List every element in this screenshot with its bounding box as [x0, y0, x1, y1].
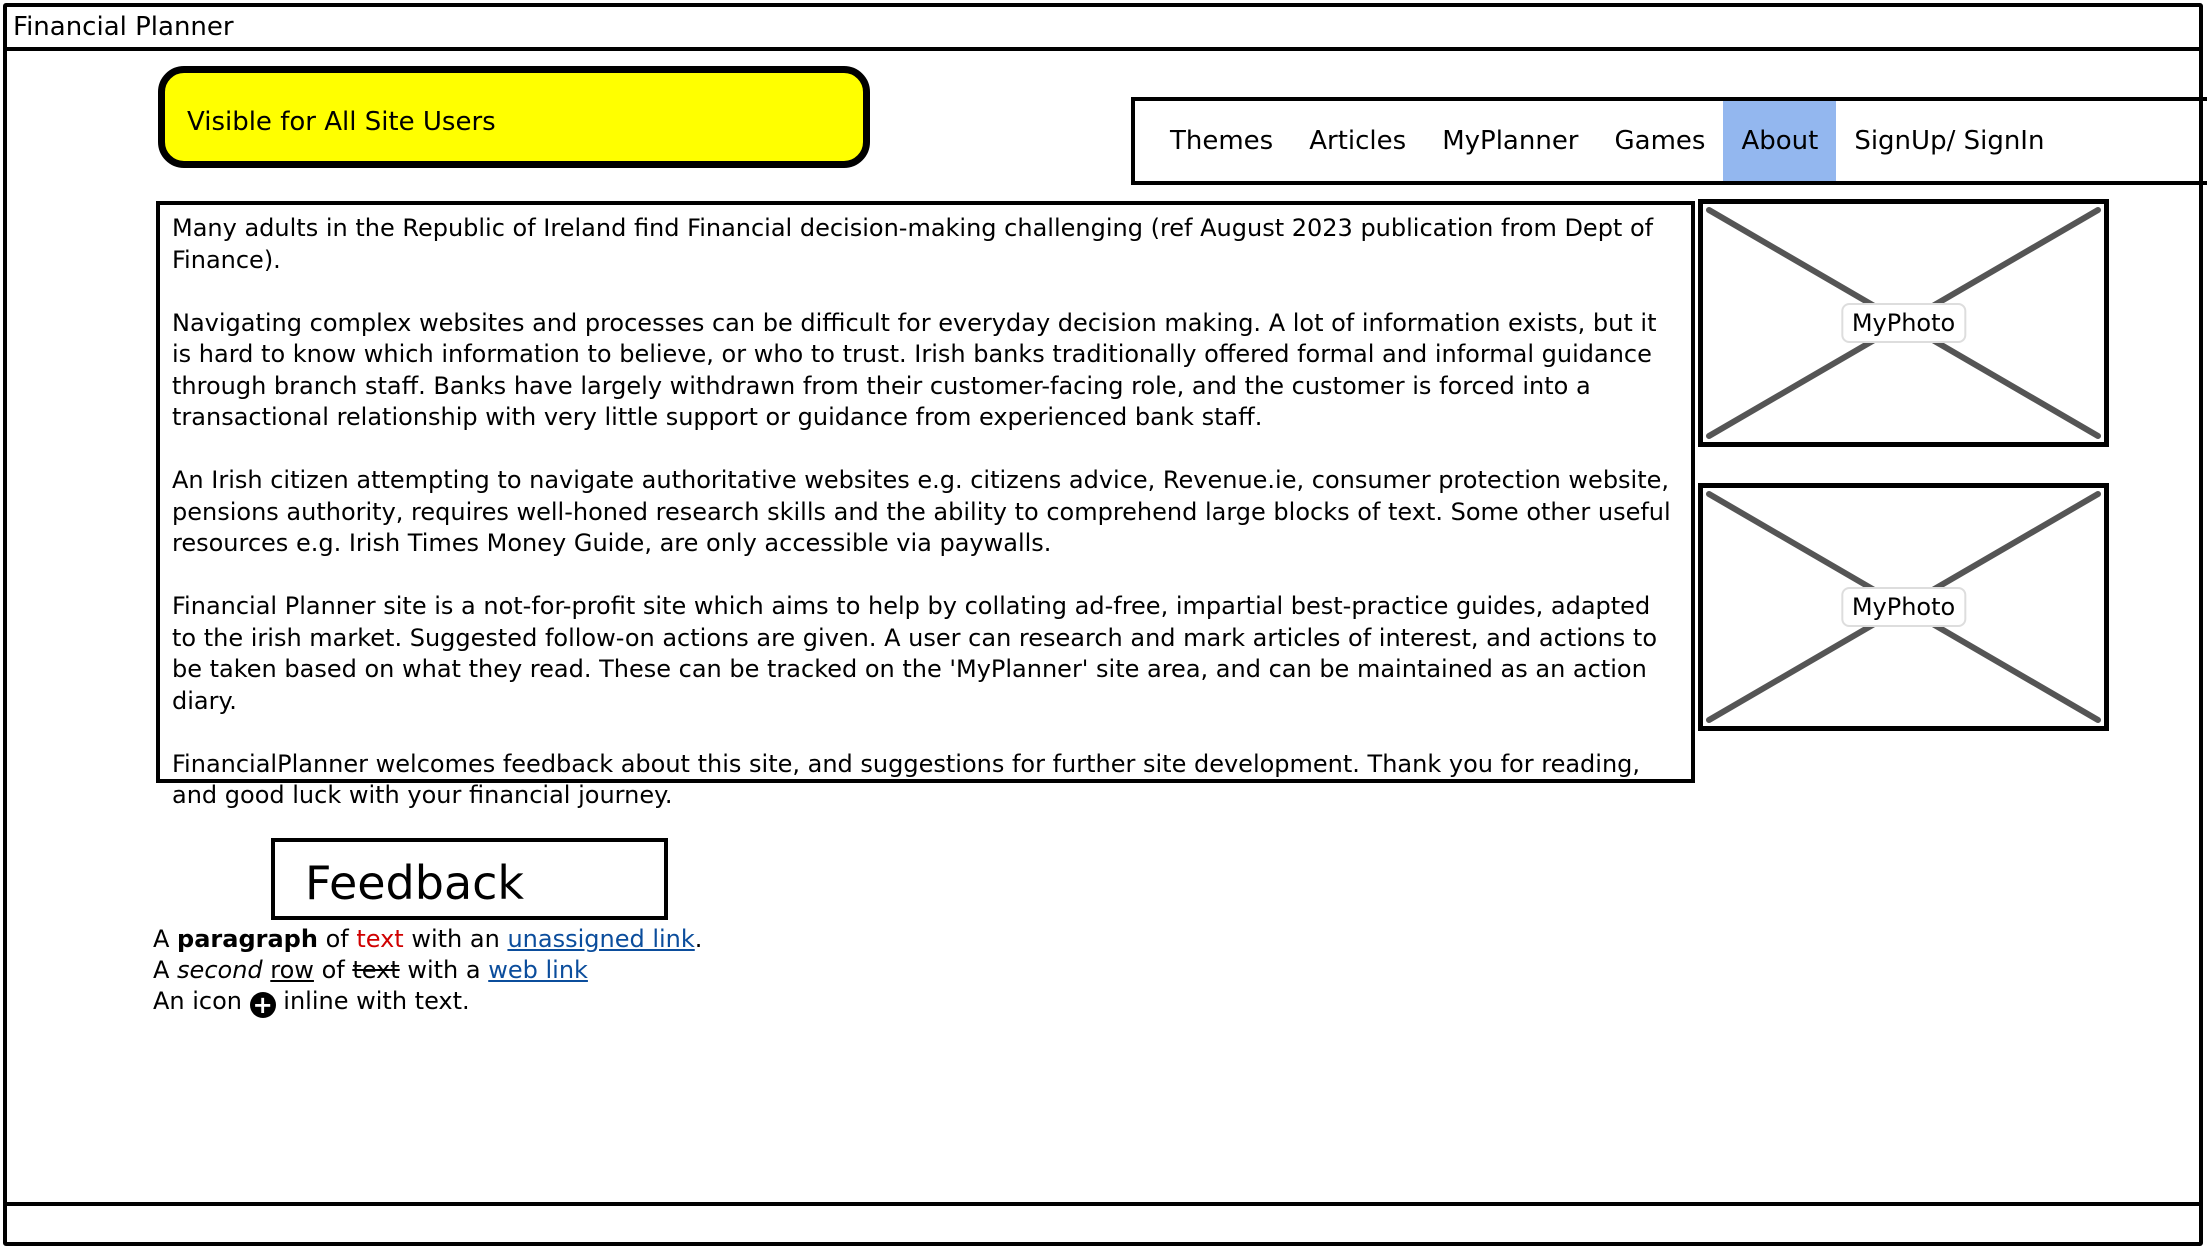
plus-circle-icon: +	[249, 992, 276, 1018]
about-paragraph: Navigating complex websites and processe…	[172, 308, 1657, 432]
strikethrough-text: text	[352, 956, 400, 984]
app-title: Financial Planner	[13, 12, 234, 42]
status-bar-divider	[3, 1202, 2203, 1206]
photo-label: MyPhoto	[1840, 587, 1967, 627]
about-text: Many adults in the Republic of Ireland f…	[156, 201, 1695, 809]
red-text: text	[356, 925, 404, 953]
italic-text: second	[177, 956, 263, 984]
visibility-note: Visible for All Site Users	[158, 66, 870, 168]
sample-line-1: A paragraph of text with an unassigned l…	[153, 925, 703, 953]
nav-item-games[interactable]: Games	[1597, 101, 1724, 181]
about-paragraph: Many adults in the Republic of Ireland f…	[172, 214, 1654, 274]
feedback-label: Feedback	[305, 856, 525, 910]
sample-line-3: An icon + inline with text.	[153, 987, 470, 1019]
sample-text-block: A paragraph of text with an unassigned l…	[153, 924, 702, 1018]
sample-line-2: A second row of text with a web link	[153, 956, 588, 984]
feedback-button[interactable]: Feedback	[271, 838, 668, 920]
web-link[interactable]: web link	[488, 956, 588, 984]
underlined-text: row	[270, 956, 314, 984]
photo-placeholder-2: MyPhoto	[1698, 483, 2109, 731]
about-paragraph: An Irish citizen attempting to navigate …	[172, 466, 1671, 557]
main-nav: Themes Articles MyPlanner Games About Si…	[1131, 97, 2207, 185]
about-paragraph: FinancialPlanner welcomes feedback about…	[172, 749, 1641, 810]
nav-item-articles[interactable]: Articles	[1291, 101, 1424, 181]
nav-item-myplanner[interactable]: MyPlanner	[1424, 101, 1596, 181]
nav-item-themes[interactable]: Themes	[1152, 101, 1291, 181]
photo-label: MyPhoto	[1840, 303, 1967, 343]
about-paragraph: Financial Planner site is a not-for-prof…	[172, 592, 1658, 715]
nav-item-about[interactable]: About	[1723, 101, 1837, 181]
visibility-note-text: Visible for All Site Users	[187, 107, 496, 137]
unassigned-link[interactable]: unassigned link	[507, 925, 694, 953]
nav-item-signup-signin[interactable]: SignUp/ SignIn	[1836, 101, 2062, 181]
bold-text: paragraph	[177, 925, 318, 953]
photo-placeholder-1: MyPhoto	[1698, 199, 2109, 447]
title-bar: Financial Planner	[3, 3, 2203, 51]
